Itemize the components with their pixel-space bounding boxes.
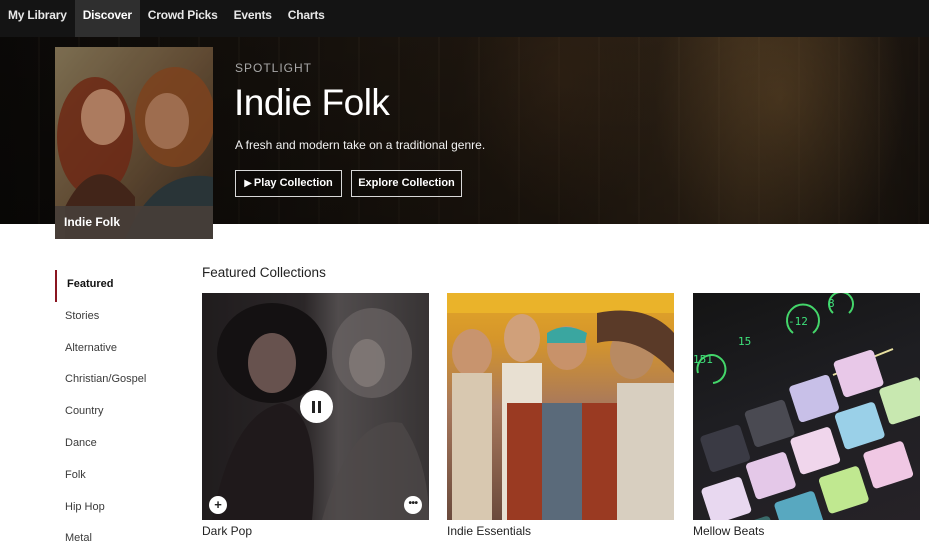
- more-options-button[interactable]: •••: [404, 496, 422, 514]
- genre-sidebar: Featured Stories Alternative Christian/G…: [55, 270, 185, 547]
- tab-charts[interactable]: Charts: [280, 0, 333, 37]
- mellow-beats-artwork: 151 15 -12 8: [693, 293, 920, 520]
- collection-card-indie-essentials[interactable]: Indie Essentials: [447, 293, 674, 538]
- collection-card-dark-pop[interactable]: + ••• Dark Pop: [202, 293, 429, 538]
- svg-text:8: 8: [828, 297, 835, 310]
- explore-collection-button[interactable]: Explore Collection: [351, 170, 462, 197]
- collection-art[interactable]: + •••: [202, 293, 429, 520]
- collection-art[interactable]: [447, 293, 674, 520]
- spotlight-kicker: SPOTLIGHT: [235, 61, 313, 75]
- tab-my-library[interactable]: My Library: [0, 0, 75, 37]
- sidebar-item-featured[interactable]: Featured: [55, 270, 185, 302]
- add-collection-button[interactable]: +: [209, 496, 227, 514]
- cover-caption: Indie Folk: [55, 206, 213, 239]
- collection-art[interactable]: 151 15 -12 8: [693, 293, 920, 520]
- spotlight-title: Indie Folk: [234, 82, 390, 123]
- plus-icon: +: [214, 497, 222, 512]
- sidebar-item-stories[interactable]: Stories: [55, 302, 185, 334]
- spotlight-description: A fresh and modern take on a traditional…: [235, 138, 486, 152]
- more-icon: •••: [408, 498, 418, 509]
- pause-icon: [312, 400, 315, 413]
- sidebar-item-folk[interactable]: Folk: [55, 461, 185, 493]
- tab-discover[interactable]: Discover: [74, 0, 140, 37]
- play-collection-button[interactable]: ▶ Play Collection: [235, 170, 342, 197]
- indie-essentials-artwork: [447, 293, 674, 520]
- tab-events[interactable]: Events: [226, 0, 280, 37]
- pause-icon-bar: [318, 400, 321, 413]
- section-title: Featured Collections: [202, 265, 326, 280]
- svg-text:151: 151: [693, 353, 713, 366]
- sidebar-item-alternative[interactable]: Alternative: [55, 334, 185, 366]
- collection-name[interactable]: Indie Essentials: [447, 524, 674, 538]
- sidebar-item-country[interactable]: Country: [55, 397, 185, 429]
- collection-card-mellow-beats[interactable]: 151 15 -12 8 Mellow Beats: [693, 293, 920, 538]
- pause-button[interactable]: [300, 390, 333, 423]
- svg-text:15: 15: [738, 335, 751, 348]
- sidebar-item-metal[interactable]: Metal: [55, 524, 185, 547]
- collection-name[interactable]: Mellow Beats: [693, 524, 920, 538]
- sidebar-item-hip-hop[interactable]: Hip Hop: [55, 493, 185, 525]
- spotlight-cover[interactable]: Indie Folk: [55, 47, 213, 239]
- top-nav: My Library Discover Crowd Picks Events C…: [0, 0, 929, 37]
- sidebar-item-dance[interactable]: Dance: [55, 429, 185, 461]
- tab-crowd-picks[interactable]: Crowd Picks: [140, 0, 226, 37]
- play-collection-label: Play Collection: [253, 177, 333, 189]
- play-icon: ▶: [244, 178, 252, 189]
- explore-collection-label: Explore Collection: [358, 177, 455, 189]
- collection-name[interactable]: Dark Pop: [202, 524, 429, 538]
- sidebar-item-christian-gospel[interactable]: Christian/Gospel: [55, 365, 185, 397]
- svg-text:-12: -12: [788, 315, 808, 328]
